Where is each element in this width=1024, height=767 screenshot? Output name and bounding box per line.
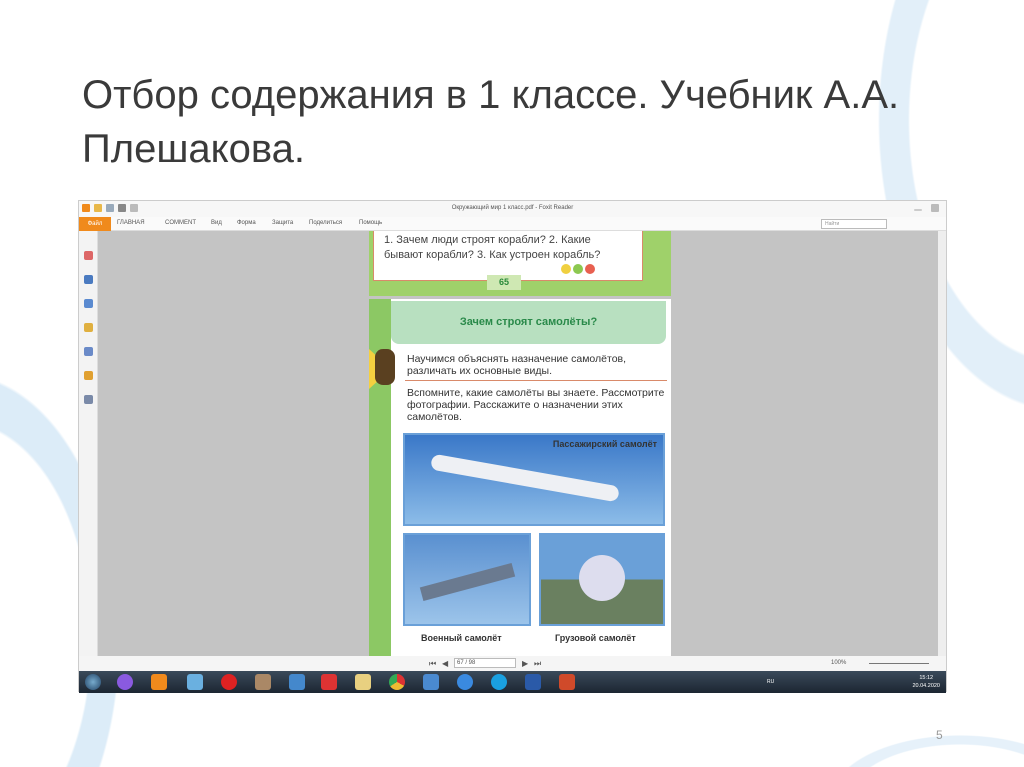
skype-icon[interactable]: [491, 674, 507, 690]
lock-icon[interactable]: [84, 371, 93, 380]
page-number: 65: [487, 275, 521, 290]
window-title: Окружающий мир 1 класс.pdf - Foxit Reade…: [451, 205, 574, 211]
ie-icon[interactable]: [457, 674, 473, 690]
tab-form[interactable]: Форма: [237, 220, 256, 226]
layers-icon[interactable]: [84, 299, 93, 308]
vertical-scrollbar[interactable]: [938, 231, 946, 656]
close-icon[interactable]: [931, 204, 939, 212]
title-bar: Окружающий мир 1 класс.pdf - Foxit Reade…: [79, 201, 946, 217]
lesson-goal: Научимся объяснять назначение самолётов,…: [407, 353, 627, 377]
sad-face-icon: [585, 264, 595, 274]
tab-home[interactable]: ГЛАВНАЯ: [117, 220, 145, 226]
plane-shape: [430, 453, 620, 503]
pages-icon[interactable]: [84, 275, 93, 284]
caption-cargo: Грузовой самолёт: [555, 633, 636, 643]
date: 20.04.2020: [912, 683, 940, 689]
tab-comment[interactable]: COMMENT: [165, 220, 196, 226]
ribbon-tabs: Файл ГЛАВНАЯ COMMENT Вид Форма Защита По…: [79, 217, 946, 231]
comments-icon[interactable]: [84, 323, 93, 332]
clock[interactable]: 15:12 20.04.2020: [912, 674, 940, 690]
passenger-plane-photo: Пассажирский самолёт: [403, 433, 665, 526]
bookmark-icon[interactable]: [84, 251, 93, 260]
last-page-button[interactable]: ⏭: [534, 659, 541, 669]
plane-shape: [579, 555, 625, 601]
winrar-icon[interactable]: [255, 674, 271, 690]
prev-page-button[interactable]: ◀: [442, 659, 448, 668]
tab-protect[interactable]: Защита: [272, 220, 293, 226]
current-page: Зачем строят самолёты? Научимся объяснят…: [369, 299, 671, 656]
foxit-icon[interactable]: [151, 674, 167, 690]
next-page-button[interactable]: ▶: [522, 659, 528, 668]
page-number-field[interactable]: 67 / 98: [454, 658, 516, 668]
powerpoint-icon[interactable]: [559, 674, 575, 690]
slide-title: Отбор содержания в 1 классе. Учебник А.А…: [82, 73, 900, 171]
mood-faces: [559, 261, 595, 279]
questions-box: 1. Зачем люди строят корабли? 2. Какие б…: [373, 231, 643, 281]
tab-file[interactable]: Файл: [79, 217, 111, 231]
tab-share[interactable]: Поделиться: [309, 220, 342, 226]
happy-face-icon: [561, 264, 571, 274]
previous-page: 1. Зачем люди строят корабли? 2. Какие б…: [369, 231, 671, 296]
foxit-reader-screenshot: Окружающий мир 1 класс.pdf - Foxit Reade…: [78, 200, 947, 693]
neutral-face-icon: [573, 264, 583, 274]
notes-icon[interactable]: [355, 674, 371, 690]
explorer-icon[interactable]: [187, 674, 203, 690]
slide-number: 5: [936, 728, 943, 742]
document-area[interactable]: 1. Зачем люди строят корабли? 2. Какие б…: [98, 231, 940, 656]
military-plane-photo: [403, 533, 531, 626]
tab-help[interactable]: Помощь: [359, 220, 382, 226]
opera-icon[interactable]: [221, 674, 237, 690]
time: 15:12: [919, 675, 934, 681]
left-sidebar: [79, 231, 98, 656]
alice-icon[interactable]: [117, 674, 133, 690]
media-icon[interactable]: [423, 674, 439, 690]
first-page-button[interactable]: ⏮: [429, 659, 436, 669]
zoom-slider[interactable]: [869, 663, 929, 664]
status-bar: ⏮ ◀ 67 / 98 ▶ ⏭ 100%: [79, 656, 946, 671]
lesson-heading: Зачем строят самолёты?: [391, 301, 666, 344]
language-indicator[interactable]: RU: [767, 679, 774, 685]
signature-icon[interactable]: [84, 395, 93, 404]
search-input[interactable]: Найти: [821, 219, 887, 229]
caption-passenger: Пассажирский самолёт: [552, 439, 657, 449]
plane-shape: [419, 562, 516, 602]
app-icon[interactable]: [289, 674, 305, 690]
windows-taskbar: RU 15:12 20.04.2020: [79, 671, 946, 693]
word-icon[interactable]: [525, 674, 541, 690]
caption-military: Военный самолёт: [421, 633, 502, 643]
start-button[interactable]: [85, 674, 101, 690]
chrome-icon[interactable]: [389, 674, 405, 690]
lesson-task: Вспомните, какие самолёты вы знаете. Рас…: [407, 387, 665, 423]
zoom-level[interactable]: 100%: [831, 660, 846, 666]
ant-icon: [375, 349, 395, 385]
divider: [405, 380, 667, 381]
minimize-icon[interactable]: [914, 209, 922, 211]
tab-view[interactable]: Вид: [211, 220, 222, 226]
cargo-plane-photo: [539, 533, 665, 626]
attachment-icon[interactable]: [84, 347, 93, 356]
yandex-icon[interactable]: [321, 674, 337, 690]
